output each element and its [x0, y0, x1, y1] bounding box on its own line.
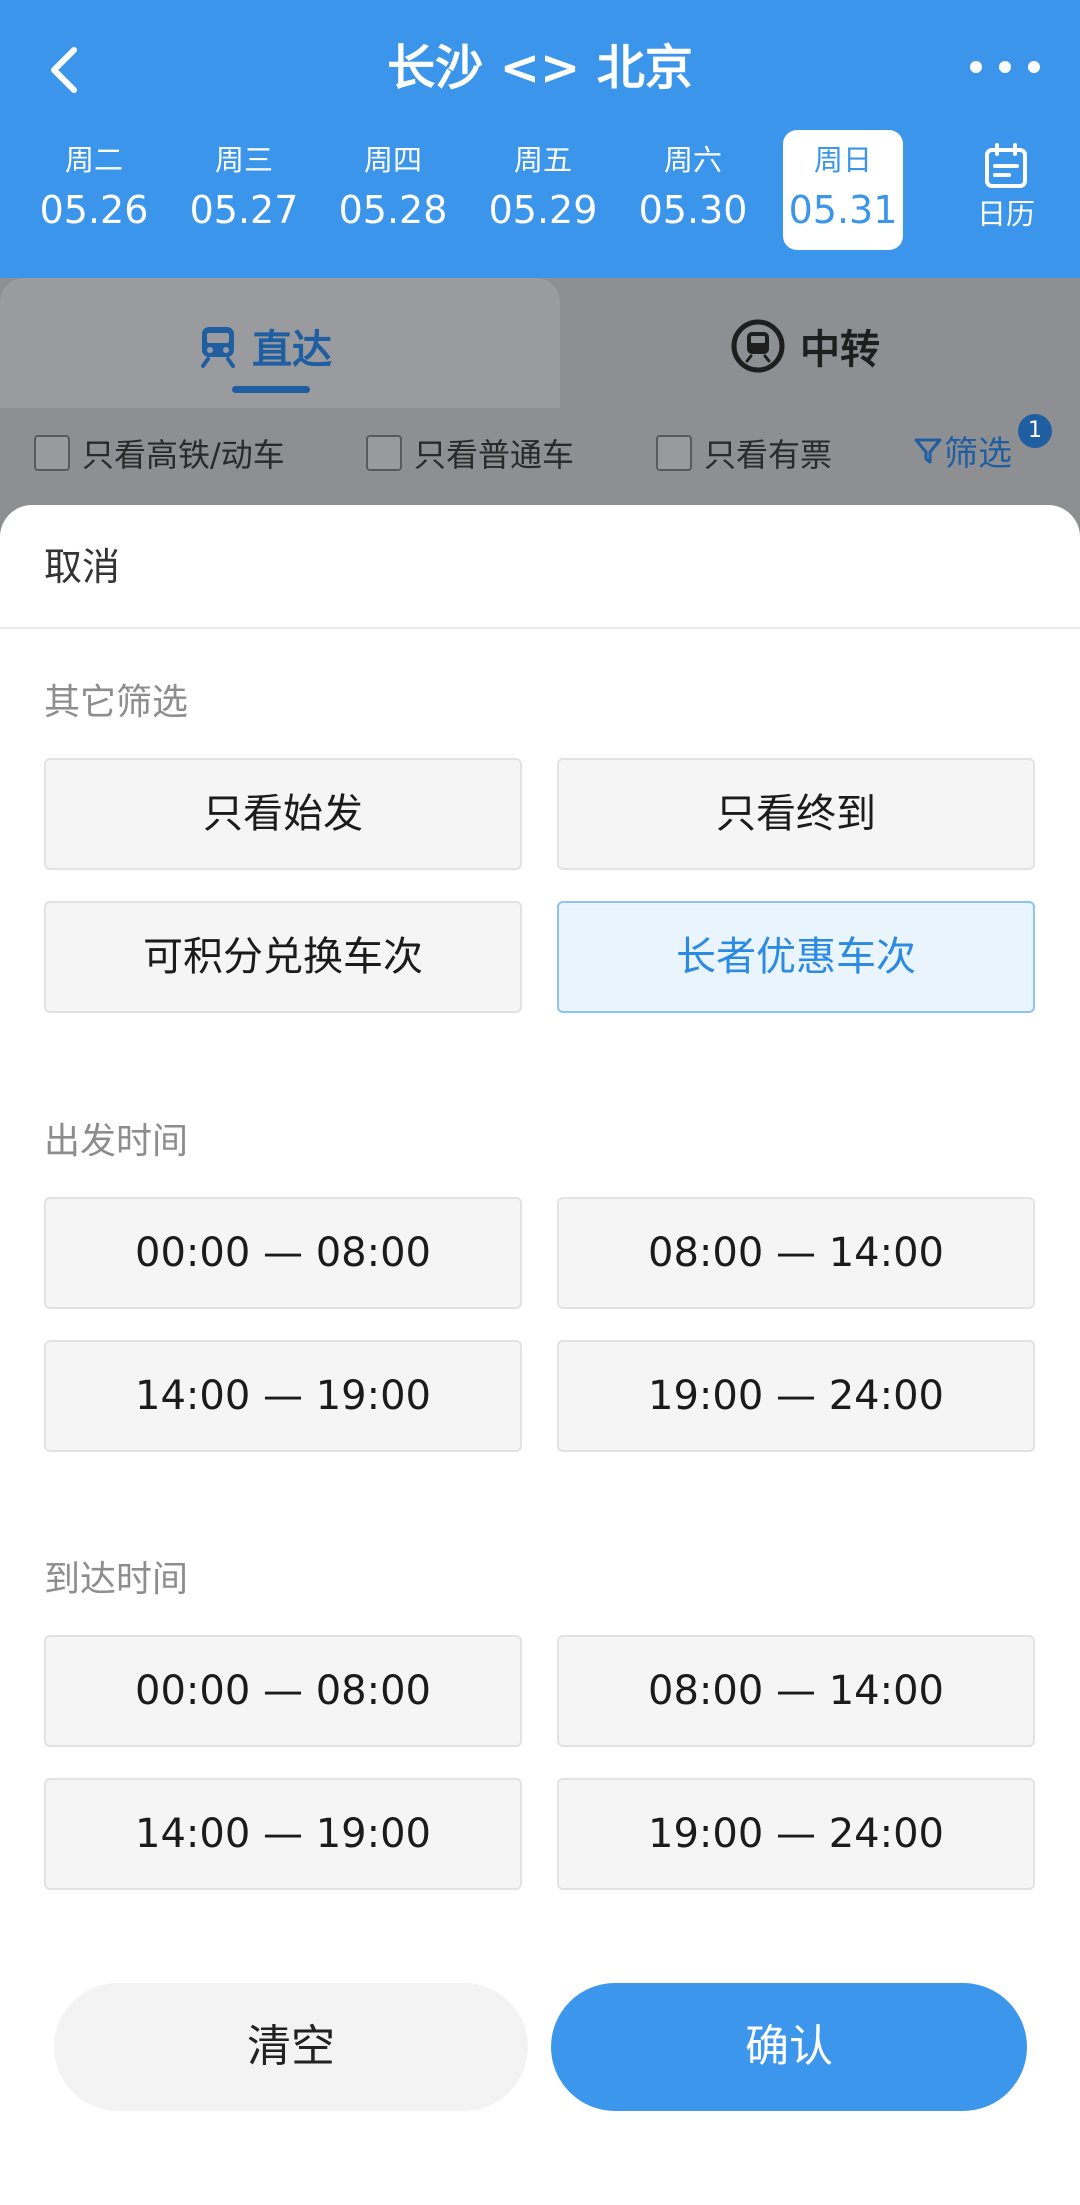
funnel-icon	[914, 438, 942, 463]
date-label: 05.26	[39, 188, 149, 232]
train-icon	[201, 327, 235, 368]
date-label: 05.30	[638, 188, 748, 232]
weekday-label: 周五	[513, 143, 572, 177]
senior-discount-option[interactable]: 长者优惠车次	[557, 901, 1035, 1013]
weekday-label: 周二	[64, 143, 123, 177]
tab-bar: 直达 中转	[0, 278, 1080, 408]
weekday-label: 周六	[663, 143, 722, 177]
depart-time-option-14-19[interactable]: 14:00 — 19:00	[44, 1340, 522, 1452]
arrival-time-title: 到达时间	[44, 1559, 189, 1600]
date-item-0526[interactable]: 周二 05.26	[34, 130, 154, 250]
terminal-only-option[interactable]: 只看终到	[557, 758, 1035, 870]
screen-filter-button[interactable]: 筛选	[912, 426, 1012, 475]
arrive-time-option-14-19[interactable]: 14:00 — 19:00	[44, 1778, 522, 1890]
confirm-button[interactable]: 确认	[551, 1983, 1027, 2111]
calendar-label: 日历	[976, 197, 1035, 231]
depart-time-option-19-24[interactable]: 19:00 — 24:00	[557, 1340, 1035, 1452]
tab-transfer[interactable]: 中转	[730, 318, 880, 374]
regular-train-label: 只看普通车	[414, 436, 575, 474]
points-redeemable-option[interactable]: 可积分兑换车次	[44, 901, 522, 1013]
sheet-header: 取消	[0, 505, 1080, 629]
tab-active-indicator	[232, 386, 310, 393]
tab-direct[interactable]: 直达	[198, 318, 332, 374]
transfer-train-icon	[731, 319, 785, 373]
origin-only-option[interactable]: 只看始发	[44, 758, 522, 870]
screen-filter-label: 筛选	[944, 434, 1012, 474]
checkbox-box	[656, 435, 692, 471]
date-label: 05.28	[338, 188, 448, 232]
available-tickets-label: 只看有票	[704, 436, 833, 474]
tab-transfer-label: 中转	[800, 327, 880, 373]
date-item-0527[interactable]: 周三 05.27	[184, 130, 304, 250]
calendar-icon	[985, 143, 1027, 188]
high-speed-label: 只看高铁/动车	[82, 436, 285, 474]
header: 长沙 <> 北京 周二 05.26 周三 05.27 周四 05.28 周五 0…	[0, 0, 1080, 278]
quick-filters: 只看高铁/动车 只看普通车 只看有票 筛选 1	[0, 414, 1080, 488]
arrive-time-option-8-14[interactable]: 08:00 — 14:00	[557, 1635, 1035, 1747]
weekday-label: 周四	[363, 143, 422, 177]
other-filters-title: 其它筛选	[44, 682, 189, 723]
tab-direct-label: 直达	[252, 327, 332, 373]
route-title: 长沙 <> 北京	[387, 40, 693, 96]
filter-count-badge: 1	[1018, 414, 1052, 448]
arrive-time-option-19-24[interactable]: 19:00 — 24:00	[557, 1778, 1035, 1890]
arrive-time-option-0-8[interactable]: 00:00 — 08:00	[44, 1635, 522, 1747]
date-strip: 周二 05.26 周三 05.27 周四 05.28 周五 05.29 周六 0…	[0, 130, 1080, 260]
regular-train-checkbox[interactable]: 只看普通车	[366, 430, 574, 476]
train-list-header-dimmed: 直达 中转 只看高铁/动车 只看普通车 只看有票 筛选 1	[0, 278, 1080, 538]
cancel-button[interactable]: 取消	[44, 541, 120, 593]
depart-time-option-0-8[interactable]: 00:00 — 08:00	[44, 1197, 522, 1309]
clear-button[interactable]: 清空	[54, 1983, 528, 2111]
weekday-label: 周日	[813, 143, 872, 177]
depart-time-option-8-14[interactable]: 08:00 — 14:00	[557, 1197, 1035, 1309]
checkbox-box	[34, 435, 70, 471]
date-label: 05.27	[189, 188, 299, 232]
date-item-0529[interactable]: 周五 05.29	[483, 130, 603, 250]
departure-time-title: 出发时间	[44, 1121, 189, 1162]
date-item-0528[interactable]: 周四 05.28	[333, 130, 453, 250]
high-speed-checkbox[interactable]: 只看高铁/动车	[34, 430, 285, 476]
date-label: 05.29	[488, 188, 598, 232]
date-item-0530[interactable]: 周六 05.30	[633, 130, 753, 250]
filter-sheet: 取消 其它筛选 只看始发 只看终到 可积分兑换车次 长者优惠车次 出发时间 00…	[0, 505, 1080, 2205]
checkbox-box	[366, 435, 402, 471]
available-tickets-checkbox[interactable]: 只看有票	[656, 430, 832, 476]
date-item-0531-selected[interactable]: 周日 05.31	[783, 130, 903, 250]
calendar-button[interactable]: 日历	[960, 142, 1052, 234]
date-label: 05.31	[788, 188, 898, 232]
weekday-label: 周三	[214, 143, 273, 177]
more-options-icon[interactable]	[970, 52, 1040, 82]
